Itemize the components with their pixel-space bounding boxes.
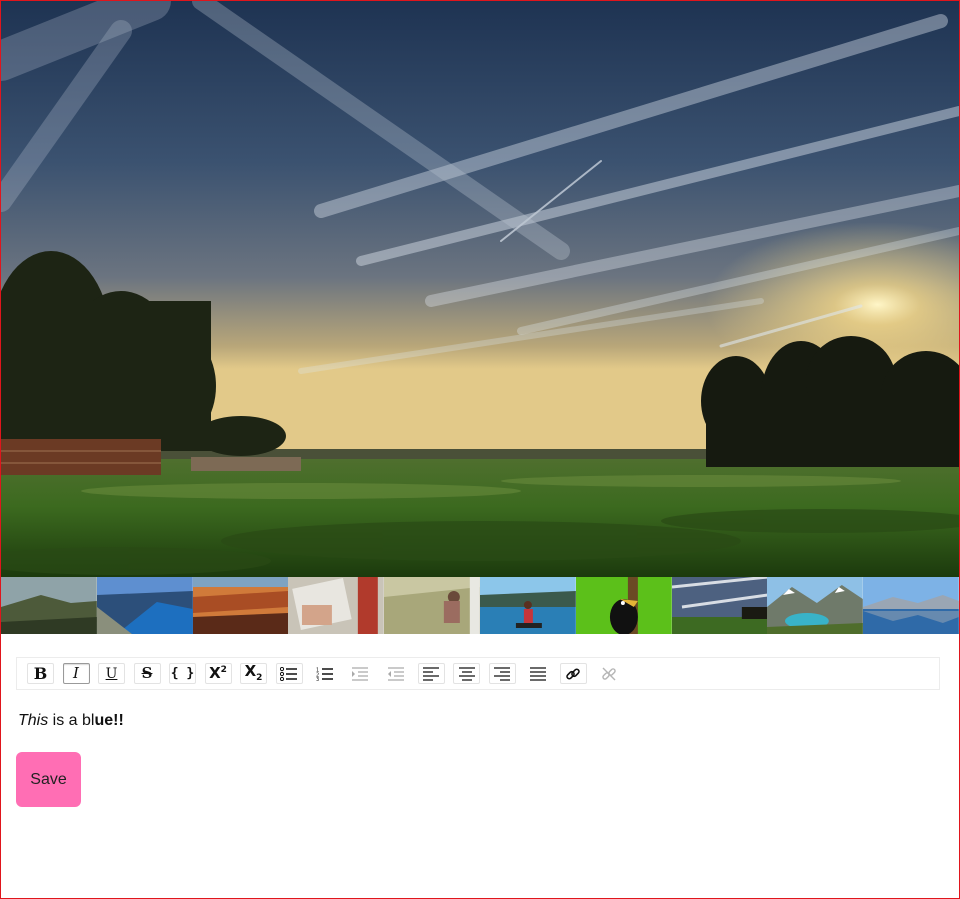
- align-center-button[interactable]: [453, 663, 480, 684]
- thumbnail-girl-in-grass[interactable]: [384, 577, 480, 634]
- align-left-icon: [423, 666, 439, 681]
- subscript-button[interactable]: X2: [240, 663, 267, 684]
- superscript-button[interactable]: X2: [204, 663, 232, 684]
- editor-content[interactable]: This is a blue!!: [18, 712, 124, 730]
- italic-button[interactable]: I: [62, 663, 90, 684]
- superscript-icon: X2: [209, 666, 227, 681]
- outdent-icon: [387, 666, 404, 681]
- align-justify-button[interactable]: [524, 663, 551, 684]
- landscape-photo: [1, 1, 959, 577]
- align-justify-icon: [529, 666, 546, 681]
- editor-italic-text: This: [18, 712, 49, 729]
- thumbnail-mountain-lake[interactable]: [767, 577, 864, 634]
- bold-icon: B: [33, 663, 48, 683]
- editor-plain-text: is a bl: [48, 712, 95, 729]
- formatting-toolbar: B I U S { } X2 X2 123: [16, 657, 940, 690]
- thumbnail-sky-field[interactable]: [671, 577, 768, 634]
- strikethrough-button[interactable]: S: [133, 663, 161, 684]
- thumbnail-toucan-bird[interactable]: [575, 577, 672, 634]
- align-center-icon: [458, 666, 475, 681]
- numbered-list-button[interactable]: 123: [311, 663, 338, 684]
- bullet-list-button[interactable]: [275, 663, 303, 684]
- align-right-icon: [494, 666, 510, 681]
- thumbnail-strip: [1, 577, 959, 634]
- italic-icon: I: [73, 664, 79, 682]
- indent-icon: [352, 666, 368, 681]
- numbered-list-icon: 123: [316, 667, 333, 681]
- unlink-button[interactable]: [595, 663, 622, 684]
- thumbnail-lake-kayak[interactable]: [479, 577, 576, 634]
- strikethrough-icon: S: [141, 664, 153, 682]
- thumbnail-cliffs-coast[interactable]: [1, 577, 97, 634]
- align-right-button[interactable]: [488, 663, 516, 684]
- unlink-icon: [601, 667, 616, 680]
- thumbnail-fjord-blue[interactable]: [96, 577, 193, 634]
- underline-icon: U: [105, 665, 118, 682]
- bold-button[interactable]: B: [27, 663, 54, 684]
- thumbnail-van-window[interactable]: [288, 577, 385, 634]
- hero-image: [1, 1, 959, 577]
- link-button[interactable]: [559, 663, 587, 684]
- thumbnail-red-canyon[interactable]: [192, 577, 289, 634]
- bullet-list-icon: [280, 666, 297, 681]
- underline-button[interactable]: U: [98, 663, 125, 684]
- subscript-icon: X2: [245, 664, 263, 683]
- subscript-mark: 2: [256, 673, 263, 683]
- app-frame: B I U S { } X2 X2 123 This is a blue!! S…: [0, 0, 960, 899]
- superscript-mark: 2: [220, 665, 227, 675]
- superscript-base: X: [209, 664, 221, 682]
- outdent-button[interactable]: [382, 663, 409, 684]
- thumbnail-alpine-reflection[interactable]: [863, 577, 959, 634]
- indent-button[interactable]: [346, 663, 374, 684]
- code-icon: { }: [170, 666, 195, 681]
- align-left-button[interactable]: [417, 663, 445, 684]
- save-button[interactable]: Save: [16, 752, 81, 807]
- svg-text:3: 3: [316, 677, 319, 681]
- editor-bold-text: ue!!: [94, 712, 124, 729]
- link-icon: [566, 667, 580, 680]
- code-button[interactable]: { }: [169, 663, 196, 684]
- subscript-base: X: [244, 662, 257, 680]
